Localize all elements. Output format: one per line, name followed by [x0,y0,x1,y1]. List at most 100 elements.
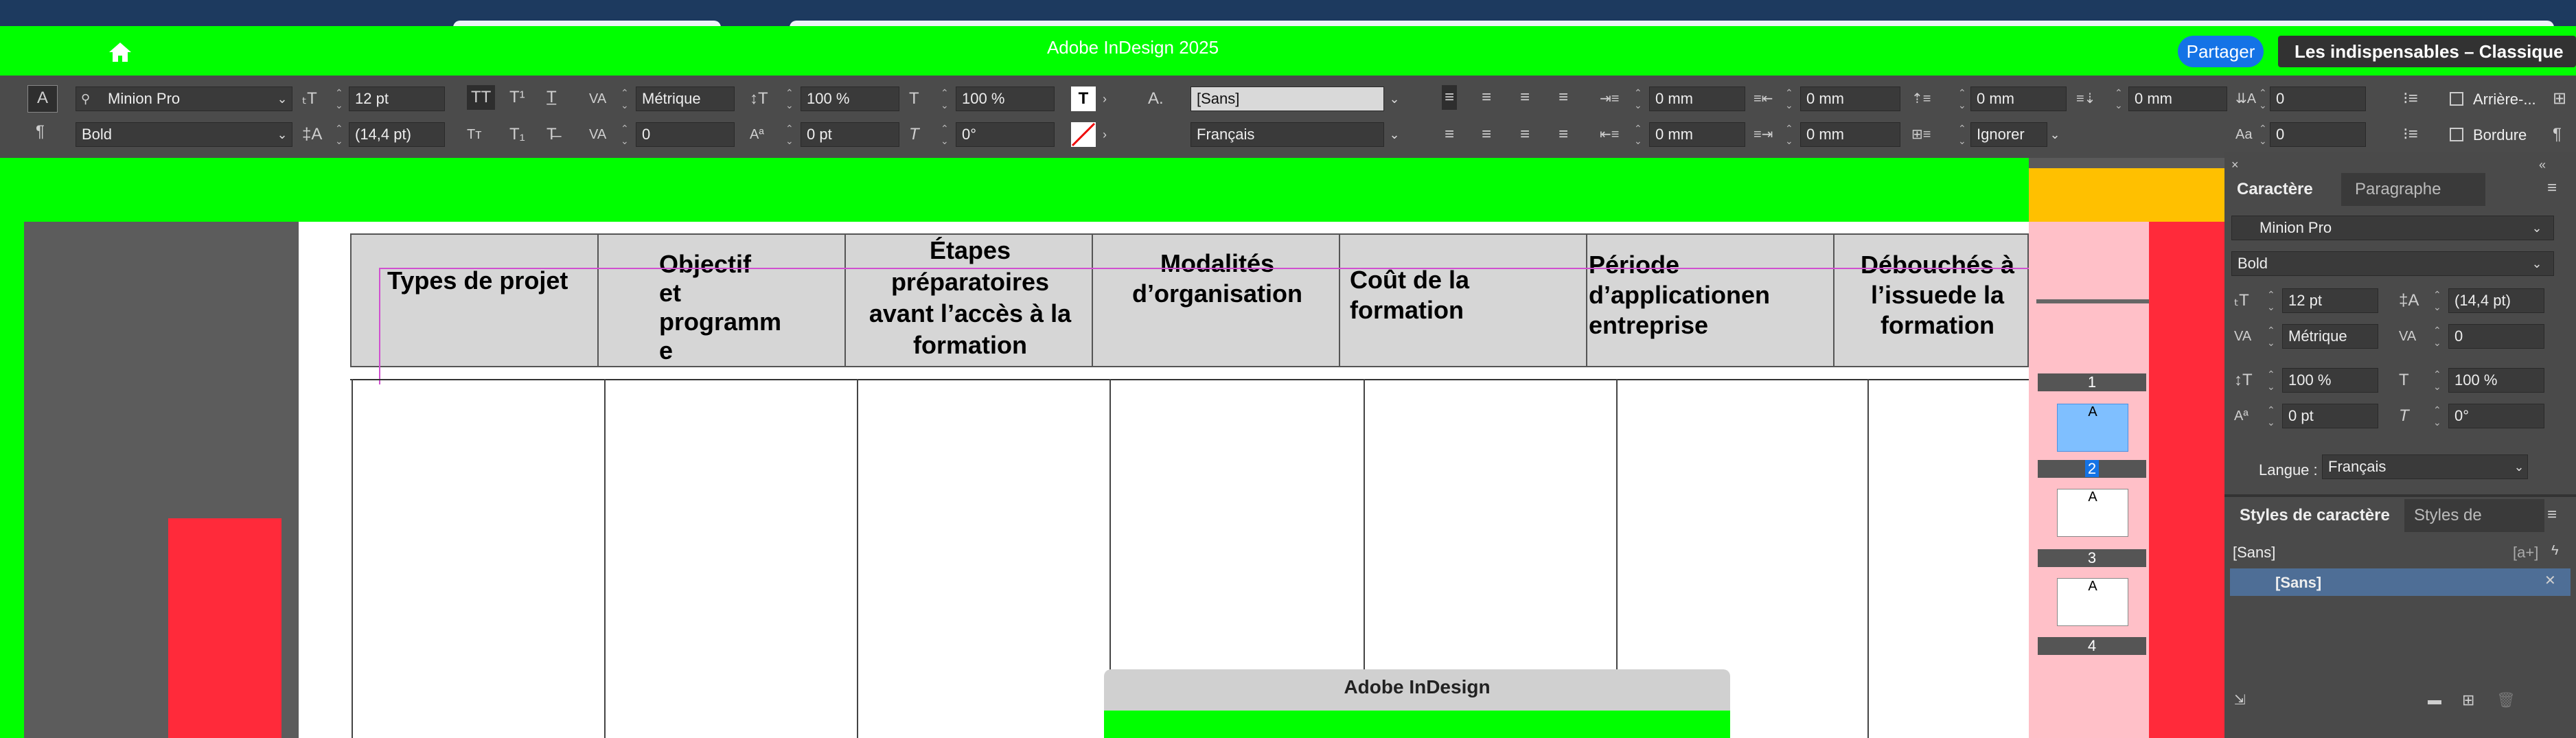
chevron-down-icon[interactable]: ⌄ [2528,251,2546,276]
chevron-down-icon[interactable]: ⌄ [273,87,291,111]
leading-field[interactable]: (14,4 pt) [349,122,445,147]
stepper-icon[interactable]: ⌃ ⌄ [785,122,795,147]
chevron-right-icon[interactable]: › [1103,122,1107,147]
text-fill-icon[interactable]: T [1071,87,1096,111]
chevron-down-icon[interactable]: ⌄ [2046,122,2064,147]
collapse-icon[interactable]: « [2539,152,2546,177]
tab-paragraphe[interactable]: Paragraphe [2341,173,2485,206]
paragraph-mode-icon[interactable]: ¶ [36,119,45,144]
folder-icon[interactable]: ▬ [2428,688,2441,713]
stepper-icon[interactable]: ⌃ ⌄ [1958,122,1968,147]
first-line-indent-field[interactable]: 0 mm [1649,122,1745,147]
font-style-field[interactable]: Bold [76,122,292,147]
chevron-down-icon[interactable]: ⌄ [273,122,291,147]
tab-styles-de[interactable]: Styles de [2404,499,2544,532]
page-number[interactable]: 2 [2038,460,2146,478]
dropcap-chars-field[interactable]: 0 [2270,122,2366,147]
chevron-down-icon[interactable]: ⌄ [1385,122,1403,147]
stepper-icon[interactable]: ⌃ ⌄ [2433,404,2443,428]
font-family-field[interactable]: Minion Pro [76,87,292,111]
small-caps-icon[interactable]: Tᴛ [467,122,481,147]
stepper-icon[interactable]: ⌃ ⌄ [2115,87,2124,111]
stepper-icon[interactable]: ⌃ ⌄ [2267,288,2277,313]
font-size-field[interactable]: 12 pt [349,87,445,111]
chevron-down-icon[interactable]: ⌄ [1385,87,1403,111]
left-indent-field[interactable]: 0 mm [1649,87,1745,111]
align-right-icon[interactable]: ≡ [1520,85,1530,110]
stepper-icon[interactable]: ⌃ ⌄ [1634,122,1644,147]
page-number[interactable]: 3 [2038,549,2146,567]
stepper-icon[interactable]: ⌃ ⌄ [2433,368,2443,393]
stepper-icon[interactable]: ⌃ ⌄ [335,122,345,147]
home-icon[interactable] [106,40,134,65]
justify-all-icon[interactable]: ≡ [1559,122,1568,147]
share-button[interactable]: Partager [2178,36,2264,67]
stepper-icon[interactable]: ⌃ ⌄ [621,87,630,111]
load-styles-icon[interactable]: ⇲ [2234,688,2246,713]
stepper-icon[interactable]: ⌃ ⌄ [2433,288,2443,313]
stepper-icon[interactable]: ⌃ ⌄ [785,87,795,111]
align-center-icon[interactable]: ≡ [1482,85,1491,110]
kerning-field[interactable]: Métrique [636,87,735,111]
table-header-cell[interactable]: Période d’applicationen entreprise [1586,233,1835,367]
grid-layout-icon[interactable]: ⊞ [2553,87,2566,111]
panel-menu-icon[interactable]: ≡ [2547,176,2557,200]
table-header-cell[interactable]: Étapes préparatoires avant l’accès à la … [844,233,1093,367]
chevron-right-icon[interactable]: › [1103,87,1107,111]
stepper-icon[interactable]: ⌃ ⌄ [1634,87,1644,111]
all-caps-icon[interactable]: TT [467,85,496,110]
skew-field[interactable]: 0° [2448,404,2544,428]
font-style-field[interactable]: Bold [2231,251,2554,276]
edit-style-icon[interactable]: ✕ [2544,568,2556,593]
stepper-icon[interactable]: ⌃ ⌄ [335,87,345,111]
page-thumbnail[interactable]: A [2057,489,2128,537]
kerning-field[interactable]: Métrique [2282,324,2378,349]
right-indent-field[interactable]: 0 mm [1800,87,1900,111]
baseline-shift-field[interactable]: 0 pt [2282,404,2378,428]
font-family-field[interactable]: Minion Pro [2231,216,2554,240]
table-header-cell[interactable]: Débouchés à l’issuede la formation [1833,233,2029,367]
shading-checkbox[interactable] [2450,92,2463,106]
strikethrough-icon[interactable]: T̶ [547,122,557,147]
stepper-icon[interactable]: ⌃ ⌄ [941,87,950,111]
tab-styles-de-caractere[interactable]: Styles de caractère [2230,499,2404,532]
page-thumbnail[interactable]: A [2057,578,2128,626]
tracking-field[interactable]: 0 [2448,324,2544,349]
character-mode-icon[interactable]: A [27,85,58,113]
page-number[interactable]: 1 [2038,373,2146,391]
skew-field[interactable]: 0° [956,122,1055,147]
justify-center-icon[interactable]: ≡ [1482,122,1491,147]
bulleted-list-icon[interactable]: ⁝≡ [2403,87,2418,111]
last-line-indent-field[interactable]: 0 mm [1800,122,1900,147]
stepper-icon[interactable]: ⌃ ⌄ [2259,87,2268,111]
table-header-cell[interactable]: Coût de la formation [1339,233,1587,367]
vertical-scale-field[interactable]: 100 % [801,87,899,111]
chevron-down-icon[interactable]: ⌄ [2528,216,2546,240]
space-before-field[interactable]: 0 mm [1970,87,2067,111]
lightning-icon[interactable]: ϟ [2551,538,2559,563]
vertical-scale-field[interactable]: 100 % [2282,368,2378,393]
dropcap-lines-field[interactable]: 0 [2270,87,2366,111]
stepper-icon[interactable]: ⌃ ⌄ [2267,324,2277,349]
underline-icon[interactable]: T̲ [547,85,557,110]
subscript-icon[interactable]: T₁ [509,122,525,147]
style-list-item-selected[interactable]: [Sans] ✕ [2230,568,2571,596]
space-after-field[interactable]: 0 mm [2128,87,2227,111]
table-header-cell[interactable]: Modalités d’organisation [1092,233,1340,367]
leading-field[interactable]: (14,4 pt) [2448,288,2544,313]
justify-right-icon[interactable]: ≡ [1520,122,1530,147]
language-field[interactable]: Français [1191,122,1384,147]
baseline-shift-field[interactable]: 0 pt [801,122,899,147]
numbered-list-icon[interactable]: ⁝≡ [2403,122,2418,147]
stepper-icon[interactable]: ⌃ ⌄ [1785,122,1795,147]
horizontal-scale-field[interactable]: 100 % [956,87,1055,111]
page-number[interactable]: 4 [2038,637,2146,655]
justify-left-icon[interactable]: ≡ [1445,122,1454,147]
stepper-icon[interactable]: ⌃ ⌄ [1785,87,1795,111]
border-checkbox[interactable] [2450,128,2463,141]
trash-icon[interactable]: 🗑 [2496,688,2516,713]
stepper-icon[interactable]: ⌃ ⌄ [2433,324,2443,349]
superscript-icon[interactable]: T¹ [509,85,525,110]
font-size-field[interactable]: 12 pt [2282,288,2378,313]
workspace-switcher[interactable]: Les indispensables – Classique [2278,36,2576,67]
